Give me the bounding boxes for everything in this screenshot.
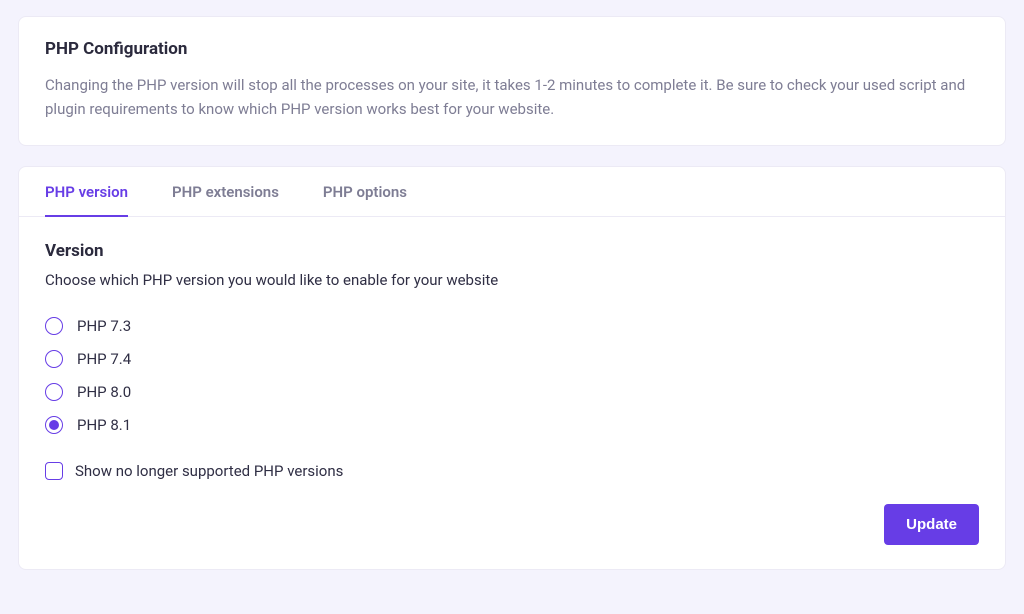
radio-label: PHP 7.3: [77, 317, 131, 335]
radio-row-php73[interactable]: PHP 7.3: [45, 317, 979, 335]
tab-php-extensions[interactable]: PHP extensions: [172, 167, 279, 217]
radio-icon: [45, 350, 63, 368]
tab-php-options[interactable]: PHP options: [323, 167, 407, 217]
panel-subheading: Choose which PHP version you would like …: [45, 271, 979, 289]
radio-row-php80[interactable]: PHP 8.0: [45, 383, 979, 401]
intro-description: Changing the PHP version will stop all t…: [45, 73, 979, 121]
radio-label: PHP 8.0: [77, 383, 131, 401]
radio-label: PHP 8.1: [77, 416, 131, 434]
show-unsupported-checkbox[interactable]: Show no longer supported PHP versions: [45, 462, 979, 480]
radio-row-php74[interactable]: PHP 7.4: [45, 350, 979, 368]
checkbox-label: Show no longer supported PHP versions: [75, 462, 343, 480]
version-panel: Version Choose which PHP version you wou…: [19, 217, 1005, 504]
radio-icon: [45, 416, 63, 434]
tab-php-version[interactable]: PHP version: [45, 167, 128, 217]
panel-heading: Version: [45, 241, 979, 261]
radio-label: PHP 7.4: [77, 350, 131, 368]
page-title: PHP Configuration: [45, 39, 979, 59]
config-card: PHP version PHP extensions PHP options V…: [18, 166, 1006, 570]
radio-row-php81[interactable]: PHP 8.1: [45, 416, 979, 434]
update-button[interactable]: Update: [884, 504, 979, 545]
checkbox-icon: [45, 462, 63, 480]
version-radio-group: PHP 7.3 PHP 7.4 PHP 8.0 PHP 8.1: [45, 317, 979, 434]
intro-card: PHP Configuration Changing the PHP versi…: [18, 16, 1006, 146]
panel-footer: Update: [19, 504, 1005, 569]
tabs: PHP version PHP extensions PHP options: [19, 167, 1005, 217]
radio-icon: [45, 317, 63, 335]
radio-icon: [45, 383, 63, 401]
